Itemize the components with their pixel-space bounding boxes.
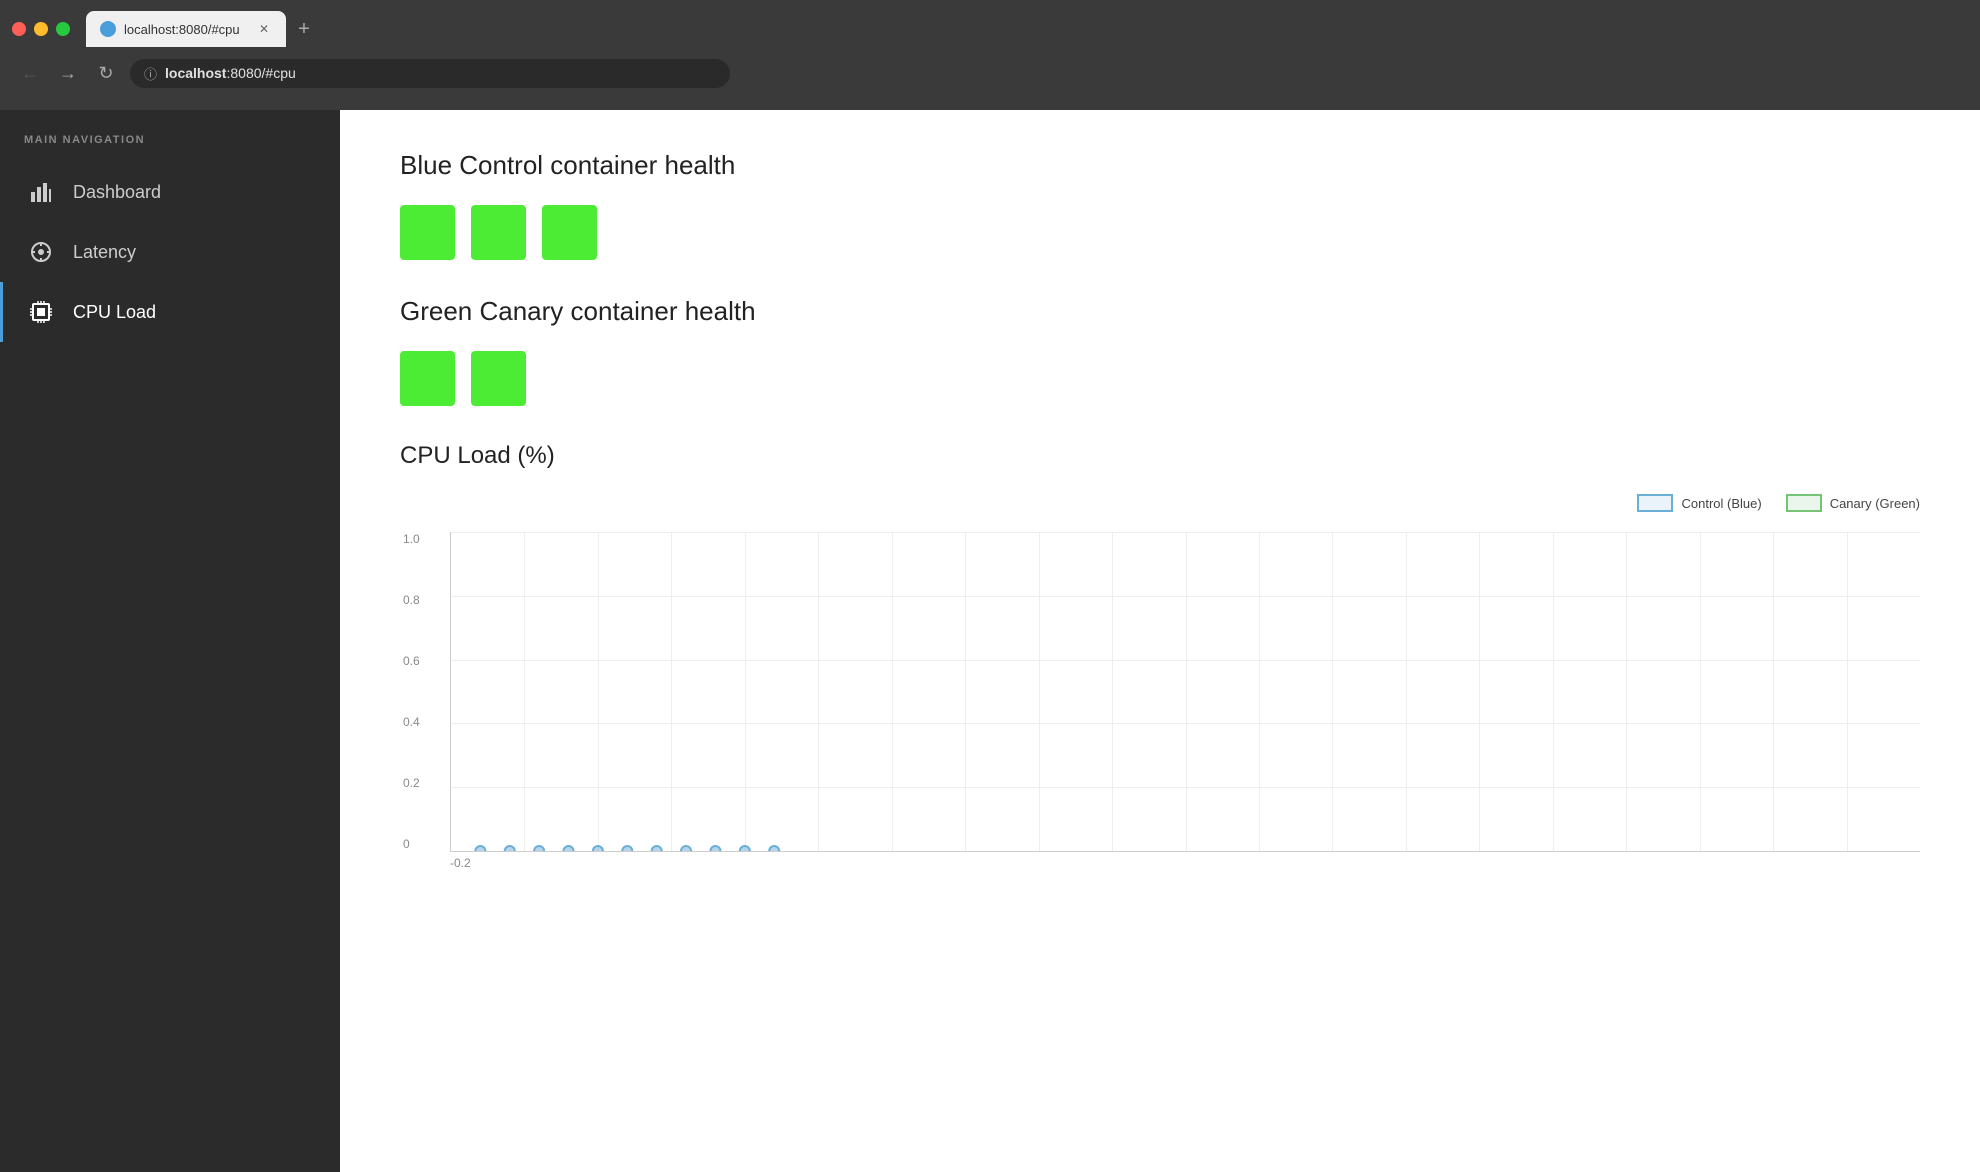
green-health-box-1 — [400, 351, 455, 406]
close-traffic-light[interactable] — [12, 22, 26, 36]
y-tick-04: 0.4 — [403, 715, 420, 729]
blue-health-boxes — [400, 205, 1920, 260]
chart-container: 1.0 0.8 0.6 0.4 0.2 0 — [400, 532, 1920, 870]
dot-blue-10 — [740, 846, 750, 851]
dot-blue-8 — [681, 846, 691, 851]
address-bar-url: localhost:8080/#cpu — [165, 65, 296, 81]
legend-green-swatch — [1786, 494, 1822, 512]
chart-svg — [451, 532, 1920, 851]
main-content: Blue Control container health Green Cana… — [340, 110, 1980, 1172]
info-icon: ⓘ — [144, 64, 157, 83]
tab-close-button[interactable]: ✕ — [256, 21, 272, 37]
dot-blue-2 — [505, 846, 515, 851]
blue-health-box-1 — [400, 205, 455, 260]
legend-green-label: Canary (Green) — [1830, 496, 1920, 511]
y-tick-08: 0.8 — [403, 593, 420, 607]
reload-button[interactable]: ↻ — [92, 59, 120, 87]
blue-health-box-3 — [542, 205, 597, 260]
tab-bar: localhost:8080/#cpu ✕ + — [0, 0, 1980, 50]
y-tick-02: 0.2 — [403, 776, 420, 790]
cpu-load-icon — [27, 298, 55, 326]
x-bottom-tick: -0.2 — [450, 856, 471, 870]
legend-green: Canary (Green) — [1786, 494, 1920, 512]
dot-blue-3 — [534, 846, 544, 851]
dot-blue-11 — [769, 846, 779, 851]
legend-blue: Control (Blue) — [1637, 494, 1761, 512]
sidebar-item-label-cpu-load: CPU Load — [73, 302, 156, 323]
y-tick-0: 0 — [403, 837, 420, 851]
y-tick-06: 0.6 — [403, 654, 420, 668]
sidebar-item-cpu-load[interactable]: CPU Load — [0, 282, 340, 342]
sidebar-item-label-dashboard: Dashboard — [73, 182, 161, 203]
sidebar: MAIN NAVIGATION Dashboard — [0, 110, 340, 1172]
url-host: localhost — [165, 65, 226, 81]
active-tab[interactable]: localhost:8080/#cpu ✕ — [86, 11, 286, 47]
address-bar-row: ← → ↻ ⓘ localhost:8080/#cpu — [0, 50, 1980, 96]
address-bar[interactable]: ⓘ localhost:8080/#cpu — [130, 59, 730, 88]
dot-blue-1 — [475, 846, 485, 851]
latency-icon — [27, 238, 55, 266]
y-tick-10: 1.0 — [403, 532, 420, 546]
dashboard-svg-icon — [29, 180, 53, 204]
legend-blue-swatch — [1637, 494, 1673, 512]
sidebar-item-latency[interactable]: Latency — [0, 222, 340, 282]
tab-title: localhost:8080/#cpu — [124, 22, 248, 37]
sidebar-item-dashboard[interactable]: Dashboard — [0, 162, 340, 222]
cpu-svg-icon — [29, 300, 53, 324]
legend-blue-label: Control (Blue) — [1681, 496, 1761, 511]
traffic-lights — [12, 22, 70, 36]
blue-control-title: Blue Control container health — [400, 150, 1920, 181]
dashboard-icon — [27, 178, 55, 206]
back-button[interactable]: ← — [16, 59, 44, 87]
forward-button[interactable]: → — [54, 59, 82, 87]
minimize-traffic-light[interactable] — [34, 22, 48, 36]
dot-blue-4 — [564, 846, 574, 851]
new-tab-button[interactable]: + — [290, 15, 318, 43]
dot-blue-5 — [593, 846, 603, 851]
sidebar-item-label-latency: Latency — [73, 242, 136, 263]
cpu-chart-title: CPU Load (%) — [400, 442, 1920, 470]
blue-health-box-2 — [471, 205, 526, 260]
latency-svg-icon — [29, 240, 53, 264]
dot-blue-7 — [652, 846, 662, 851]
app-body: MAIN NAVIGATION Dashboard — [0, 110, 1980, 1172]
green-health-boxes — [400, 351, 1920, 406]
chart-plot-area: 1.0 0.8 0.6 0.4 0.2 0 — [450, 532, 1920, 852]
chart-legend: Control (Blue) Canary (Green) — [400, 494, 1920, 512]
y-axis: 1.0 0.8 0.6 0.4 0.2 0 — [403, 532, 420, 851]
url-rest: :8080/#cpu — [226, 65, 295, 81]
nav-section-label: MAIN NAVIGATION — [0, 134, 340, 162]
browser-chrome: localhost:8080/#cpu ✕ + ← → ↻ ⓘ localhos… — [0, 0, 1980, 110]
tab-globe-icon — [100, 21, 116, 37]
maximize-traffic-light[interactable] — [56, 22, 70, 36]
dot-blue-9 — [710, 846, 720, 851]
green-canary-title: Green Canary container health — [400, 296, 1920, 327]
green-health-box-2 — [471, 351, 526, 406]
x-axis-bottom: -0.2 — [450, 852, 1920, 870]
dot-blue-6 — [622, 846, 632, 851]
